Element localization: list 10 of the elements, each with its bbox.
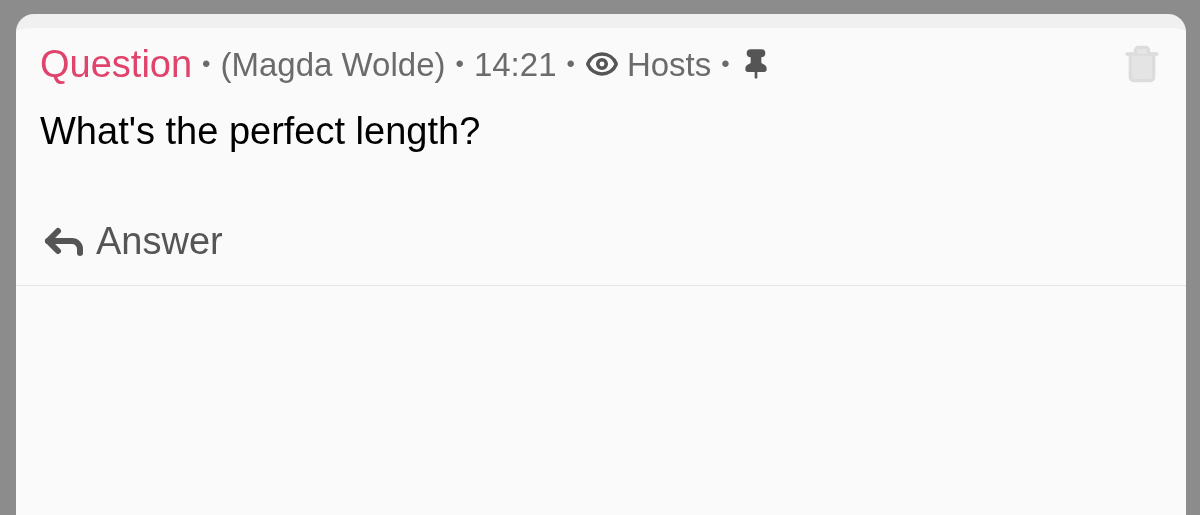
timestamp: 14:21 bbox=[473, 47, 557, 81]
visibility-label: Hosts bbox=[626, 47, 712, 81]
bullet: • bbox=[566, 49, 575, 79]
answer-button[interactable]: Answer bbox=[40, 217, 223, 265]
question-text: What's the perfect length? bbox=[40, 109, 482, 154]
bullet: • bbox=[721, 49, 730, 79]
author-name: (Magda Wolde) bbox=[220, 47, 446, 81]
bullet: • bbox=[202, 49, 211, 79]
bullet: • bbox=[455, 49, 464, 79]
post-type-label: Question bbox=[40, 45, 193, 83]
